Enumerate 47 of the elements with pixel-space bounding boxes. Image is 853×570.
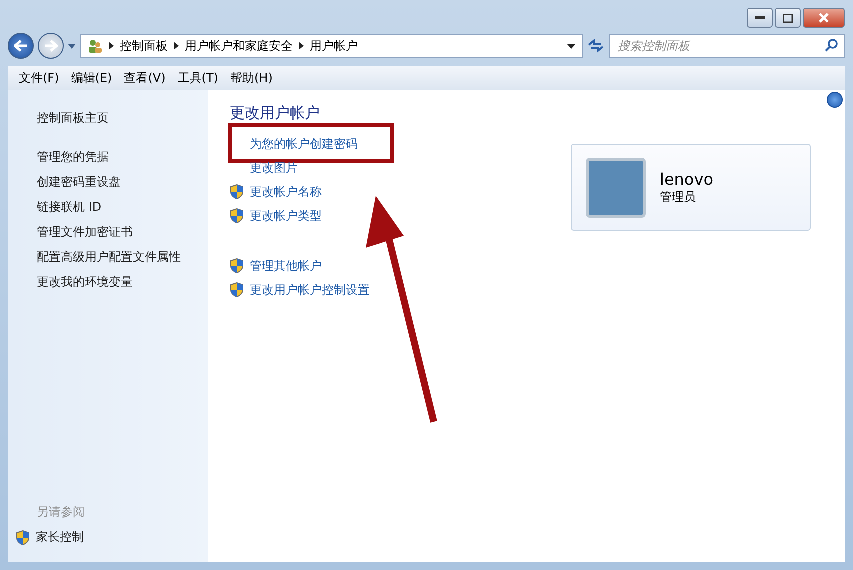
close-button[interactable] [803, 8, 845, 28]
back-button[interactable] [8, 33, 34, 59]
menu-item[interactable]: 编辑(E) [66, 68, 118, 88]
avatar-placeholder [586, 158, 646, 218]
address-bar[interactable]: 控制面板 用户帐户和家庭安全 用户帐户 [80, 34, 583, 58]
refresh-icon[interactable] [587, 39, 605, 53]
account-role: 管理员 [660, 188, 697, 206]
task-link[interactable]: 更改帐户类型 [250, 208, 322, 222]
minimize-icon [755, 16, 765, 20]
sidebar-link[interactable]: 创建密码重设盘 [37, 174, 208, 191]
search-icon[interactable] [825, 39, 838, 52]
task-link[interactable]: 管理其他帐户 [250, 258, 322, 272]
account-name: lenovo [660, 170, 714, 188]
dropdown-caret-icon[interactable] [567, 44, 576, 48]
menu-item[interactable]: 帮助(H) [226, 68, 278, 88]
chevron-icon [299, 42, 304, 50]
see-also-heading: 另请参阅 [37, 504, 86, 521]
breadcrumb-item[interactable]: 用户帐户和家庭安全 [185, 38, 293, 54]
sidebar-link[interactable]: 更改我的环境变量 [37, 274, 208, 291]
sidebar-link[interactable]: 配置高级用户配置文件属性 [37, 249, 208, 266]
breadcrumb-item[interactable]: 控制面板 [120, 38, 168, 54]
menu-item[interactable]: 查看(V) [119, 68, 171, 88]
page-heading: 更改用户帐户 [230, 104, 321, 123]
users-icon [87, 38, 103, 54]
chevron-icon [109, 42, 114, 50]
sidebar-link[interactable]: 控制面板主页 [37, 110, 208, 127]
help-icon[interactable] [827, 92, 843, 108]
chevron-icon [174, 42, 179, 50]
menu-item[interactable]: 工具(T) [172, 68, 224, 88]
task-link[interactable]: 为您的帐户创建密码 [250, 136, 358, 150]
task-link[interactable]: 更改帐户名称 [250, 184, 322, 198]
task-link[interactable]: 更改用户帐户控制设置 [250, 282, 370, 296]
maximize-button[interactable] [775, 8, 801, 28]
minimize-button[interactable] [747, 8, 773, 28]
search-field[interactable]: 搜索控制面板 [609, 34, 845, 58]
menu-item[interactable]: 文件(F) [14, 68, 64, 88]
back-arrow-icon [14, 40, 28, 52]
sidebar-link[interactable]: 链接联机 ID [37, 199, 208, 216]
close-icon [819, 13, 829, 23]
breadcrumb-item[interactable]: 用户帐户 [310, 38, 358, 54]
forward-arrow-icon [44, 40, 58, 52]
sidebar-link[interactable]: 管理文件加密证书 [37, 224, 208, 241]
forward-button[interactable] [38, 33, 64, 59]
sidebar-link[interactable]: 家长控制 [16, 529, 208, 546]
task-link[interactable]: 更改图片 [250, 160, 298, 174]
sidebar-link[interactable]: 管理您的凭据 [37, 149, 208, 166]
maximize-icon [783, 14, 793, 22]
